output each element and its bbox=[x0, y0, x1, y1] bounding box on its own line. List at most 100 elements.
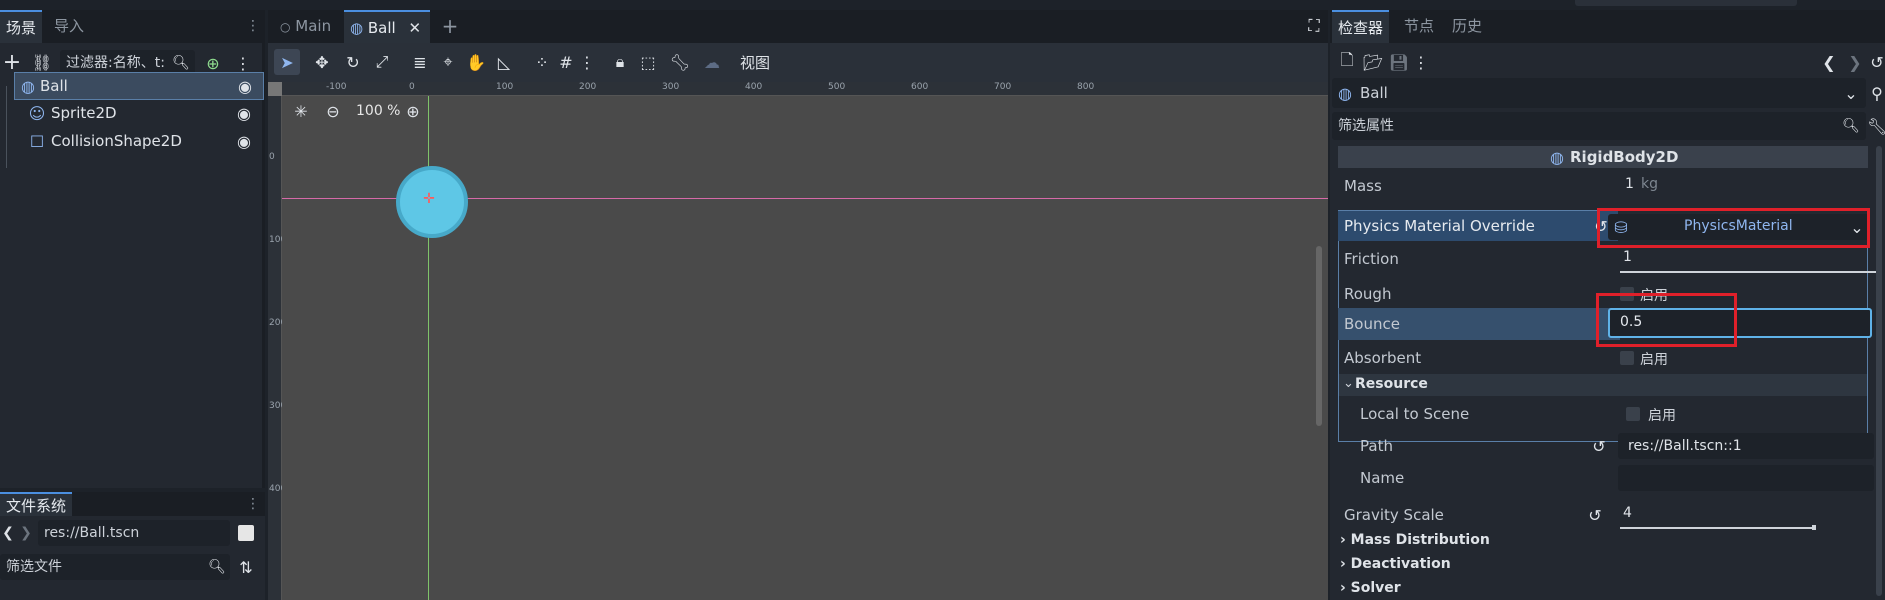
inspector-tabbar: 检查器 节点 历史 bbox=[1330, 10, 1885, 43]
tab-filesystem[interactable]: 文件系统 bbox=[0, 492, 73, 516]
ruler-tick: 700 bbox=[994, 82, 1012, 92]
smart-snap-icon[interactable]: ⁘ bbox=[532, 52, 552, 72]
tab-scene[interactable]: 场景 bbox=[0, 10, 43, 43]
local-to-scene-checkbox[interactable] bbox=[1626, 407, 1640, 421]
tab-history[interactable]: 历史 bbox=[1446, 10, 1488, 43]
object-selector[interactable]: ◍ Ball ⌄ bbox=[1332, 78, 1866, 108]
ruler-tick: 0 bbox=[409, 82, 415, 92]
group-icon[interactable]: ⬚ bbox=[638, 52, 658, 72]
revert-icon[interactable]: ↺ bbox=[1586, 506, 1604, 525]
zoom-out-icon[interactable]: ⊖ bbox=[324, 102, 342, 121]
save-icon[interactable]: 💾︎ bbox=[1389, 52, 1409, 72]
history-forward-icon[interactable]: ❯ bbox=[1848, 52, 1862, 72]
tree-node-sprite2d[interactable]: ☺ Sprite2D ◉ bbox=[14, 100, 264, 128]
prop-mass: Mass 1 kg bbox=[1338, 170, 1868, 202]
absorbent-checkbox[interactable] bbox=[1620, 351, 1634, 365]
prop-label: Path bbox=[1360, 437, 1393, 455]
viewport-scrollbar[interactable] bbox=[1316, 246, 1322, 426]
tab-ball[interactable]: ◍ Ball ✕ bbox=[344, 10, 430, 43]
tree-node-collisionshape2d[interactable]: ☐ CollisionShape2D ◉ bbox=[14, 128, 264, 156]
property-filter-input[interactable]: 筛选属性 bbox=[1332, 112, 1866, 140]
pin-icon[interactable]: ⚲ bbox=[1870, 82, 1884, 104]
lock-icon[interactable]: 🔒︎ bbox=[610, 52, 630, 72]
visibility-eye-icon[interactable]: ◉ bbox=[234, 104, 254, 123]
visibility-eye-icon[interactable]: ◉ bbox=[234, 132, 254, 151]
mass-unit: kg bbox=[1641, 176, 1658, 192]
ruler-tool-icon[interactable]: ◺ bbox=[494, 52, 514, 72]
tools-icon[interactable]: 🔧︎ bbox=[1867, 116, 1885, 136]
tree-node-ball[interactable]: ◍ Ball ◉ bbox=[14, 72, 264, 100]
pivot-tool-icon[interactable]: ⌖ bbox=[438, 52, 458, 72]
chevron-down-icon: ⌄ bbox=[1844, 83, 1858, 103]
more-options-icon[interactable]: ⋮ bbox=[235, 52, 251, 74]
add-tab-icon[interactable]: + bbox=[440, 14, 460, 38]
inspector-scrollbar[interactable] bbox=[1876, 146, 1882, 596]
prop-path: Path ↺ res://Ball.tscn::1 bbox=[1338, 430, 1874, 462]
revert-icon[interactable]: ↺ bbox=[1590, 437, 1608, 456]
more-options-icon[interactable]: ⋮ bbox=[1413, 52, 1429, 72]
move-tool-icon[interactable]: ✥ bbox=[312, 52, 332, 72]
tree-node-label: Ball bbox=[40, 77, 68, 95]
fs-dock-tabbar: 文件系统 ⋮ bbox=[0, 492, 265, 516]
view-menu[interactable]: 视图 bbox=[740, 52, 770, 73]
tab-main[interactable]: ○ Main bbox=[274, 10, 344, 43]
open-folder-icon[interactable]: 📂︎ bbox=[1363, 52, 1383, 72]
ruler-tick: 0 bbox=[269, 152, 275, 162]
object-name: Ball bbox=[1360, 84, 1388, 102]
visibility-eye-icon[interactable]: ◉ bbox=[235, 77, 255, 96]
group-resource[interactable]: ⌄ Resource bbox=[1339, 374, 1867, 396]
tab-import[interactable]: 导入 bbox=[48, 10, 90, 43]
close-tab-icon[interactable]: ✕ bbox=[408, 19, 421, 37]
mass-value[interactable]: 1 bbox=[1625, 176, 1634, 192]
fs-filter-input[interactable]: 筛选文件 bbox=[0, 554, 230, 580]
tree-node-label: CollisionShape2D bbox=[51, 132, 182, 150]
gravity-scale-value[interactable]: 4 bbox=[1623, 505, 1632, 521]
prop-friction: Friction 1 bbox=[1338, 243, 1876, 275]
checkbox-label: 启用 bbox=[1640, 352, 1668, 368]
link-icon[interactable]: ⛓ bbox=[32, 51, 52, 73]
section-header-rigidbody2d: ◍ RigidBody2D bbox=[1338, 146, 1868, 168]
ruler-tick: 200 bbox=[579, 82, 597, 92]
fs-path-input[interactable]: res://Ball.tscn bbox=[38, 520, 230, 546]
tab-node[interactable]: 节点 bbox=[1398, 10, 1440, 43]
history-icon[interactable]: ↺ bbox=[1870, 52, 1884, 72]
bone-icon[interactable]: 🦴︎ bbox=[670, 52, 690, 72]
back-icon[interactable]: ❮ bbox=[2, 522, 14, 544]
fullscreen-icon[interactable]: ⛶ bbox=[1304, 16, 1324, 36]
zoom-in-icon[interactable]: ⊕ bbox=[404, 102, 422, 121]
tab-inspector[interactable]: 检查器 bbox=[1332, 10, 1390, 43]
group-deactivation[interactable]: › Deactivation bbox=[1340, 556, 1451, 572]
canvas-viewport[interactable]: ✛ ✳ ⊖ 100 % ⊕ bbox=[282, 96, 1328, 600]
prop-label: Physics Material Override bbox=[1344, 217, 1535, 235]
snap-options-icon[interactable]: ⋮ bbox=[579, 52, 595, 72]
instance-scene-icon[interactable]: ⊕ bbox=[203, 52, 223, 74]
gravity-slider[interactable] bbox=[1620, 527, 1812, 529]
center-view-icon[interactable]: ✳ bbox=[292, 102, 310, 121]
history-back-icon[interactable]: ❮ bbox=[1822, 52, 1836, 72]
pan-tool-icon[interactable]: ✋ bbox=[466, 52, 486, 72]
zoom-level[interactable]: 100 % bbox=[356, 103, 400, 119]
name-field[interactable] bbox=[1618, 465, 1874, 491]
dock-menu-icon[interactable]: ⋮ bbox=[246, 494, 260, 514]
sort-icon[interactable]: ⇅ bbox=[236, 556, 256, 578]
scene-circle-icon: ○ bbox=[280, 20, 291, 34]
layout-toggle-icon[interactable] bbox=[238, 525, 254, 541]
top-search-box[interactable] bbox=[1575, 0, 1797, 6]
select-tool-button[interactable]: ➤ bbox=[274, 49, 300, 75]
path-field[interactable]: res://Ball.tscn::1 bbox=[1618, 433, 1874, 459]
prop-label: Friction bbox=[1344, 250, 1399, 268]
list-select-icon[interactable]: ≣ bbox=[410, 52, 430, 72]
new-resource-icon[interactable]: 🗋 bbox=[1338, 50, 1356, 72]
add-node-icon[interactable]: + bbox=[2, 50, 22, 75]
slider-grabber[interactable] bbox=[1812, 525, 1816, 530]
group-solver[interactable]: › Solver bbox=[1340, 580, 1401, 596]
group-mass-distribution[interactable]: › Mass Distribution bbox=[1340, 532, 1490, 548]
forward-icon[interactable]: ❯ bbox=[20, 522, 32, 544]
grid-snap-icon[interactable]: # bbox=[556, 52, 576, 72]
friction-slider[interactable] bbox=[1620, 271, 1876, 273]
scale-tool-icon[interactable]: ⤢ bbox=[372, 52, 392, 72]
friction-value[interactable]: 1 bbox=[1623, 249, 1632, 265]
dock-menu-icon[interactable]: ⋮ bbox=[246, 16, 260, 36]
prop-label: Mass bbox=[1344, 177, 1382, 195]
rotate-tool-icon[interactable]: ↻ bbox=[343, 52, 363, 72]
